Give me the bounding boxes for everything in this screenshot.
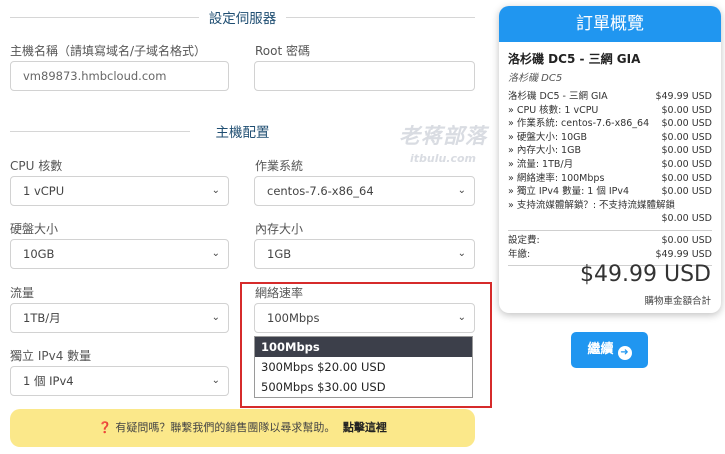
summary-row: » 作業系統: centos-7.6-x86_64 $0.00 USD xyxy=(508,118,712,130)
cart-total: $49.99 USD xyxy=(580,262,711,287)
speed-option[interactable]: 300Mbps $20.00 USD xyxy=(255,357,472,377)
cart-total-label: 購物車金額合計 xyxy=(644,296,711,307)
ipv4-select[interactable]: 1 個 IPv4 ⌄ xyxy=(10,366,229,396)
ram-select[interactable]: 1GB ⌄ xyxy=(254,239,475,269)
speed-option[interactable]: 500Mbps $30.00 USD xyxy=(255,377,472,397)
speed-label: 網絡速率 xyxy=(255,286,304,300)
summary-line-items: 洛杉磯 DC5 - 三網 GIA $49.99 USD » CPU 核數: 1 v… xyxy=(508,90,712,226)
ipv4-select-value: 1 個 IPv4 xyxy=(23,374,74,388)
chevron-down-icon: ⌄ xyxy=(211,375,220,386)
help-banner: ❓ 有疑問嗎？聯繫我們的銷售團隊以尋求幫助。 點擊這裡 xyxy=(10,409,475,447)
ram-select-value: 1GB xyxy=(267,247,292,261)
order-summary-title: 訂單概覽 xyxy=(499,6,721,42)
product-name: 洛杉磯 DC5 - 三網 GIA xyxy=(508,52,641,66)
watermark: 老蒋部落 itbulu.com xyxy=(393,120,493,165)
watermark-logo-text: 老蒋部落 xyxy=(399,124,487,148)
speed-dropdown-list: 100Mbps 300Mbps $20.00 USD 500Mbps $30.0… xyxy=(254,336,473,398)
summary-row: » 網絡速率: 100Mbps $0.00 USD xyxy=(508,172,712,184)
traffic-select-value: 1TB/月 xyxy=(23,311,61,325)
hostname-label: 主機名稱（請填寫域名/子域名格式） xyxy=(10,44,207,58)
order-summary-card: 訂單概覽 洛杉磯 DC5 - 三網 GIA 洛杉磯 DC5 洛杉磯 DC5 - … xyxy=(499,6,721,313)
os-label: 作業系統 xyxy=(255,159,304,173)
cpu-label: CPU 核數 xyxy=(10,159,63,173)
disk-select-value: 10GB xyxy=(23,247,55,261)
summary-row: » 獨立 IPv4 數量: 1 個 IPv4 $0.00 USD xyxy=(508,186,712,198)
server-section-title: 設定伺服器 xyxy=(198,11,287,27)
summary-row: » 硬盤大小: 10GB $0.00 USD xyxy=(508,131,712,143)
disk-label: 硬盤大小 xyxy=(10,222,59,236)
server-section-header: 設定伺服器 xyxy=(10,6,475,28)
traffic-select[interactable]: 1TB/月 ⌄ xyxy=(10,303,229,333)
continue-label: 繼續 xyxy=(587,342,614,357)
ram-label: 內存大小 xyxy=(255,222,304,236)
summary-row: » CPU 核數: 1 vCPU $0.00 USD xyxy=(508,104,712,116)
chevron-down-icon: ⌄ xyxy=(457,185,466,196)
summary-divider xyxy=(508,229,712,231)
root-password-input[interactable] xyxy=(254,61,475,91)
chevron-down-icon: ⌄ xyxy=(457,312,466,323)
help-text: 有疑問嗎？聯繫我們的銷售團隊以尋求幫助。 xyxy=(115,421,336,434)
disk-select[interactable]: 10GB ⌄ xyxy=(10,239,229,269)
arrow-right-circle-icon: ➜ xyxy=(617,346,632,360)
setup-fee-row: 設定費: $0.00 USD xyxy=(508,234,712,246)
hostname-input[interactable] xyxy=(10,61,229,91)
config-section-title: 主機配置 xyxy=(205,125,280,141)
root-password-label: Root 密碼 xyxy=(255,44,311,58)
continue-button[interactable]: 繼續 ➜ xyxy=(571,332,648,368)
chevron-down-icon: ⌄ xyxy=(211,185,220,196)
cpu-select[interactable]: 1 vCPU ⌄ xyxy=(10,176,229,206)
summary-row: » 支持流媒體解鎖？: 不支持流媒體解鎖 xyxy=(508,199,676,211)
ipv4-label: 獨立 IPv4 數量 xyxy=(10,349,92,363)
speed-option[interactable]: 100Mbps xyxy=(255,337,472,357)
os-select[interactable]: centos-7.6-x86_64 ⌄ xyxy=(254,176,475,206)
watermark-url: itbulu.com xyxy=(409,152,477,165)
os-select-value: centos-7.6-x86_64 xyxy=(267,184,374,198)
chevron-down-icon: ⌄ xyxy=(211,248,220,259)
traffic-label: 流量 xyxy=(10,286,35,300)
help-link[interactable]: 點擊這裡 xyxy=(343,421,387,434)
speed-select-value: 100Mbps xyxy=(267,311,320,325)
summary-row: » 內存大小: 1GB $0.00 USD xyxy=(508,145,712,157)
chevron-down-icon: ⌄ xyxy=(211,312,220,323)
summary-row: » 流量: 1TB/月 $0.00 USD xyxy=(508,158,712,170)
question-circle-icon: ❓ xyxy=(98,421,112,434)
summary-row: 洛杉磯 DC5 - 三網 GIA $49.99 USD xyxy=(508,91,712,102)
summary-row: $0.00 USD xyxy=(661,213,712,225)
cpu-select-value: 1 vCPU xyxy=(23,184,65,198)
annual-fee-row: 年繳: $49.99 USD xyxy=(508,248,712,260)
speed-select[interactable]: 100Mbps ⌄ xyxy=(254,303,475,333)
product-group: 洛杉磯 DC5 xyxy=(508,73,563,84)
chevron-down-icon: ⌄ xyxy=(457,248,466,259)
